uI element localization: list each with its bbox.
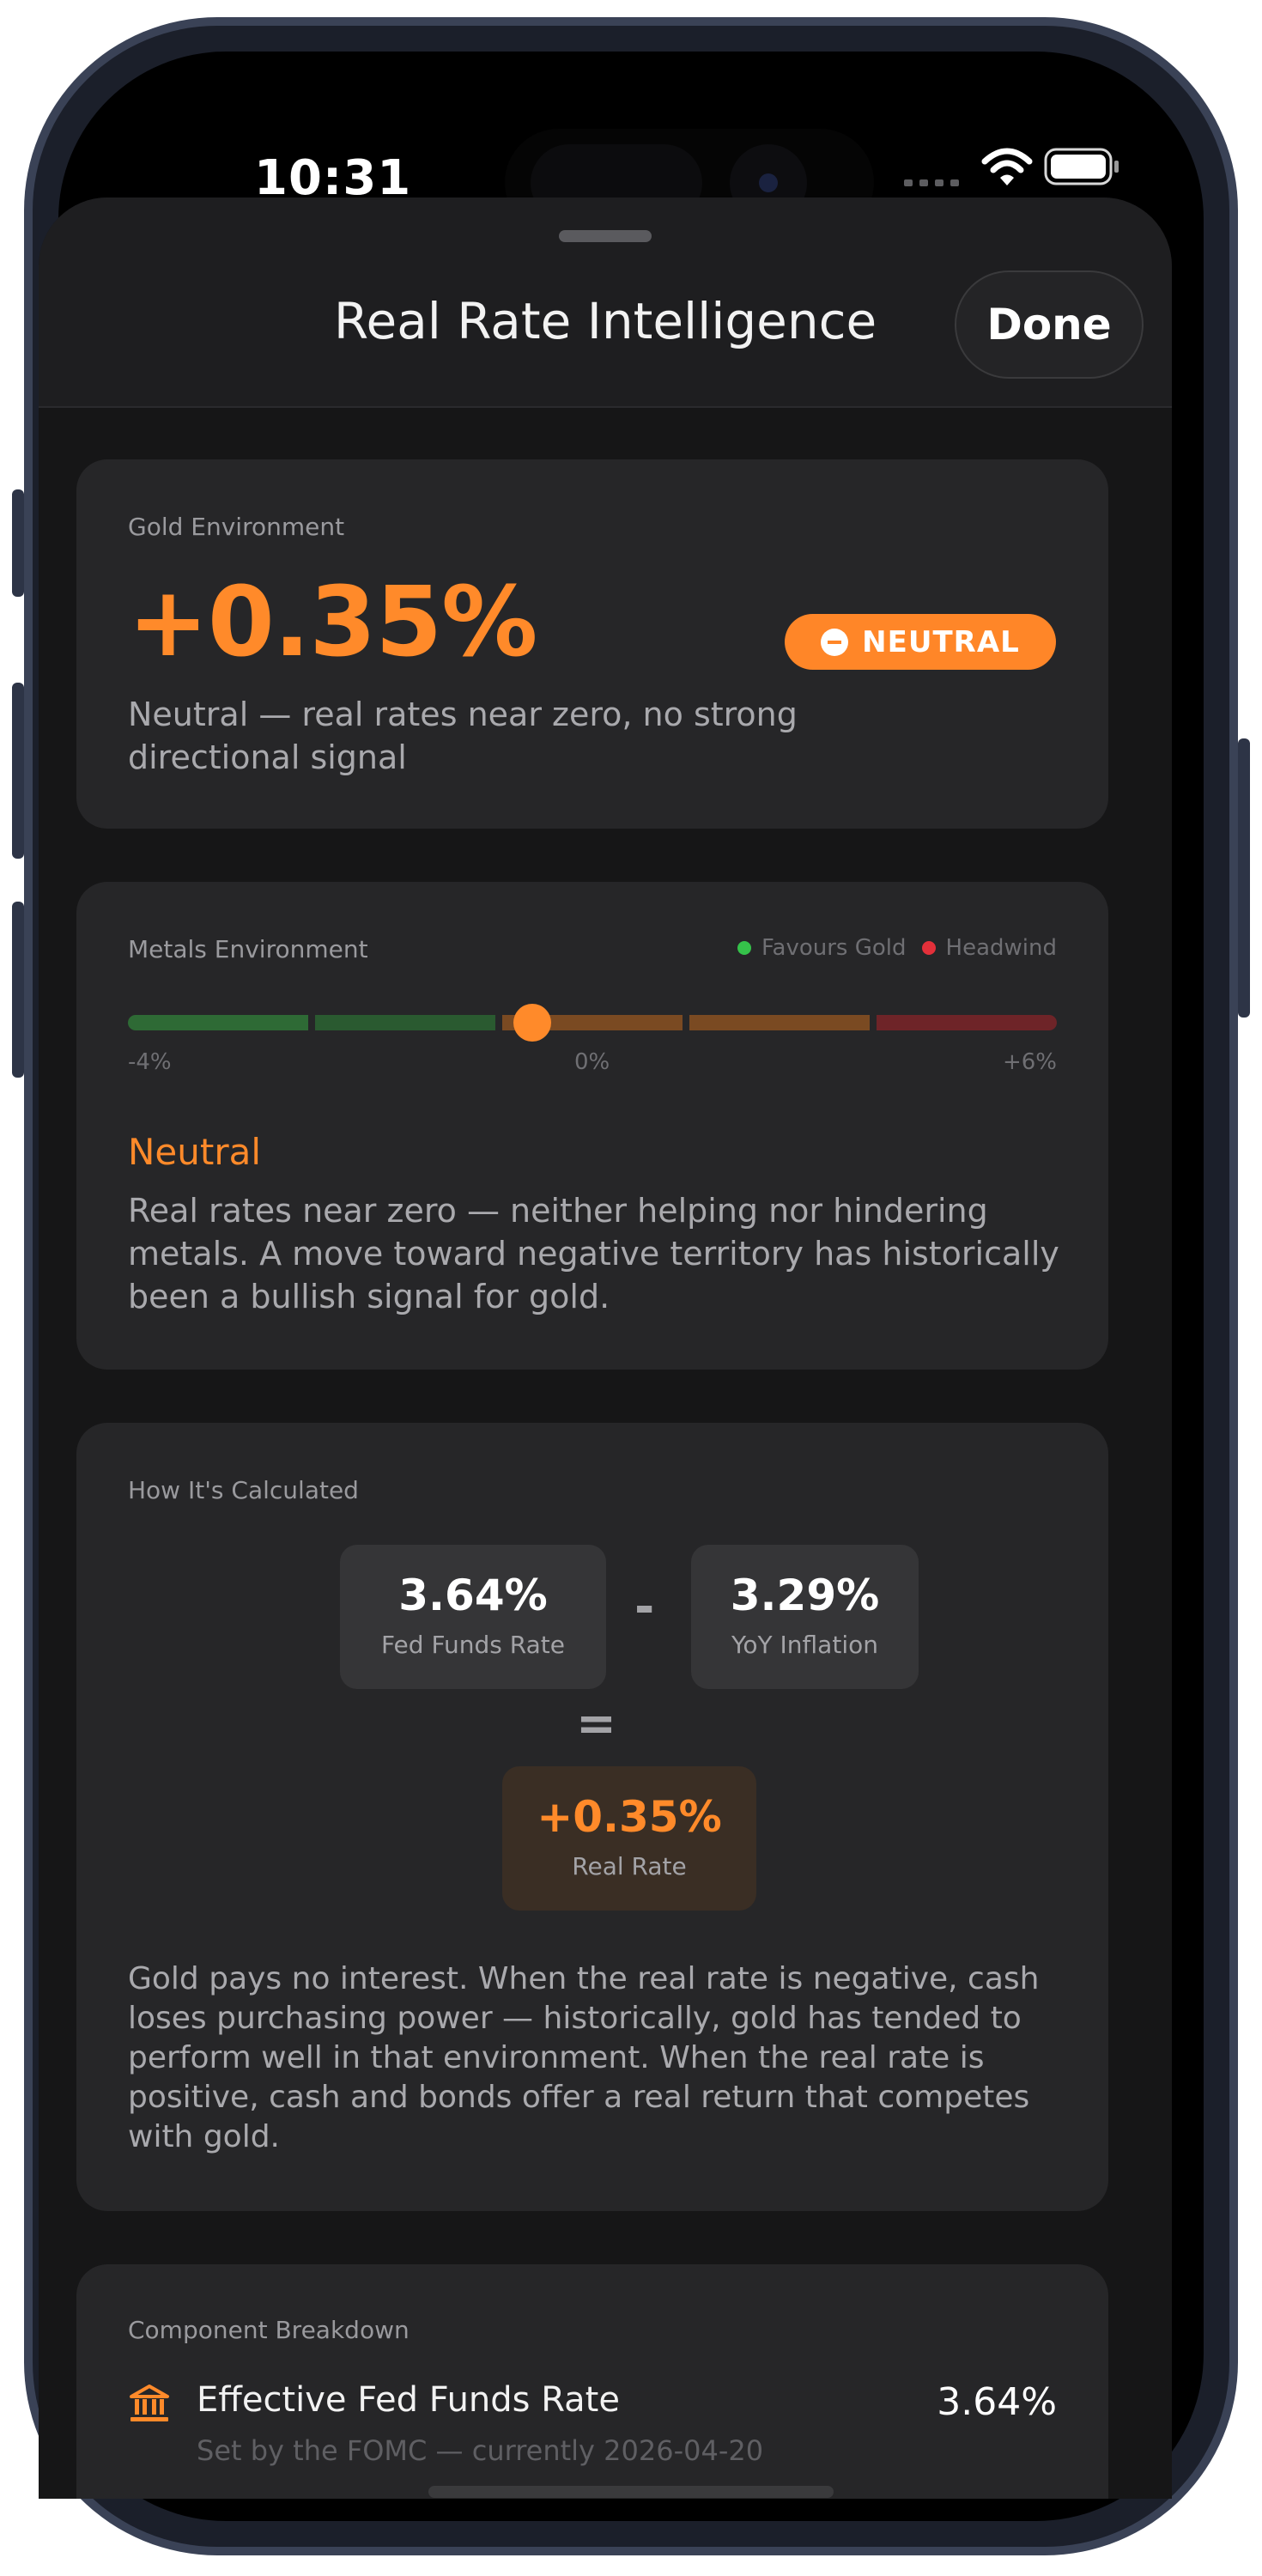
gold-environment-desc-line2: directional signal (128, 738, 407, 776)
fed-funds-label: Fed Funds Rate (380, 1631, 565, 1659)
neutral-badge: NEUTRAL (785, 614, 1056, 670)
sheet-grabber[interactable] (559, 230, 652, 242)
gauge-tick-left: -4% (128, 1049, 172, 1075)
sheet-header: Real Rate Intelligence Done (39, 197, 1172, 408)
calc-desc-line2: loses purchasing power — historically, g… (128, 2001, 1022, 2036)
headwind-dot (921, 941, 936, 955)
metals-desc-line3: been a bullish signal for gold. (128, 1278, 610, 1315)
bank-building-icon (130, 2385, 169, 2421)
calc-desc-line3: perform well in that environment. When t… (128, 2040, 985, 2075)
equals-operator: = (576, 1696, 616, 1752)
wifi-icon (981, 148, 1033, 185)
real-rate-label: Real Rate (572, 1852, 687, 1880)
component-breakdown-label: Component Breakdown (128, 2316, 410, 2344)
done-button[interactable]: Done (955, 270, 1144, 379)
gold-environment-value: +0.35% (128, 567, 537, 678)
calc-desc-line1: Gold pays no interest. When the real rat… (128, 1961, 1040, 1996)
neutral-badge-label: NEUTRAL (862, 624, 1020, 659)
metals-status: Neutral (128, 1131, 262, 1173)
metals-environment-card: Metals Environment Favours Gold Headwind… (76, 882, 1108, 1370)
legend-favours-gold: Favours Gold (761, 935, 907, 961)
fed-funds-row-value: 3.64% (937, 2380, 1057, 2424)
calculation-card: How It's Calculated 3.64% Fed Funds Rate… (76, 1423, 1108, 2211)
minus-circle-icon (821, 628, 849, 656)
calc-desc-line4: positive, cash and bonds offer a real re… (128, 2080, 1030, 2115)
gauge-tick-mid: 0% (574, 1049, 610, 1075)
real-rate-gauge (128, 1004, 1057, 1042)
real-rate-value: +0.35% (537, 1792, 722, 1842)
gauge-segment-5 (877, 1015, 1057, 1030)
fed-funds-row-subtitle: Set by the FOMC — currently 2026-04-20 (197, 2434, 764, 2467)
power-button (1238, 738, 1250, 1018)
real-rate-box: +0.35% Real Rate (502, 1766, 756, 1911)
action-button (12, 489, 24, 597)
inflation-label: YoY Inflation (731, 1631, 878, 1659)
gauge-segment-2 (315, 1015, 495, 1030)
inflation-box: 3.29% YoY Inflation (691, 1545, 919, 1689)
calculation-label: How It's Calculated (128, 1476, 359, 1504)
inflation-value: 3.29% (730, 1571, 880, 1620)
metals-desc-line2: metals. A move toward negative territory… (128, 1235, 1059, 1273)
gold-environment-card: Gold Environment +0.35% NEUTRAL Neutral … (76, 459, 1108, 829)
component-breakdown-card: Component Breakdown Effective Fed Funds … (76, 2264, 1108, 2499)
fed-funds-value: 3.64% (398, 1571, 548, 1620)
calc-desc-line5: with gold. (128, 2119, 280, 2154)
minus-operator: - (634, 1579, 655, 1635)
gauge-legend: Favours Gold Headwind (737, 935, 1057, 961)
fed-funds-box: 3.64% Fed Funds Rate (340, 1545, 606, 1689)
gauge-indicator (513, 1004, 551, 1042)
favours-gold-dot (737, 941, 751, 955)
gold-environment-desc-line1: Neutral — real rates near zero, no stron… (128, 696, 798, 733)
volume-down-button (12, 902, 24, 1078)
battery-icon (1044, 148, 1119, 185)
gauge-segment-4 (689, 1015, 870, 1030)
metals-desc-line1: Real rates near zero — neither helping n… (128, 1192, 988, 1230)
home-indicator (428, 2486, 834, 2498)
legend-headwind: Headwind (945, 935, 1057, 961)
gold-environment-label: Gold Environment (128, 513, 345, 541)
cellular-signal-icon (904, 179, 959, 186)
fed-funds-row-title: Effective Fed Funds Rate (197, 2380, 620, 2420)
metals-environment-label: Metals Environment (128, 935, 368, 963)
gauge-tick-right: +6% (1002, 1049, 1057, 1075)
volume-up-button (12, 683, 24, 859)
gauge-segment-1 (128, 1015, 308, 1030)
